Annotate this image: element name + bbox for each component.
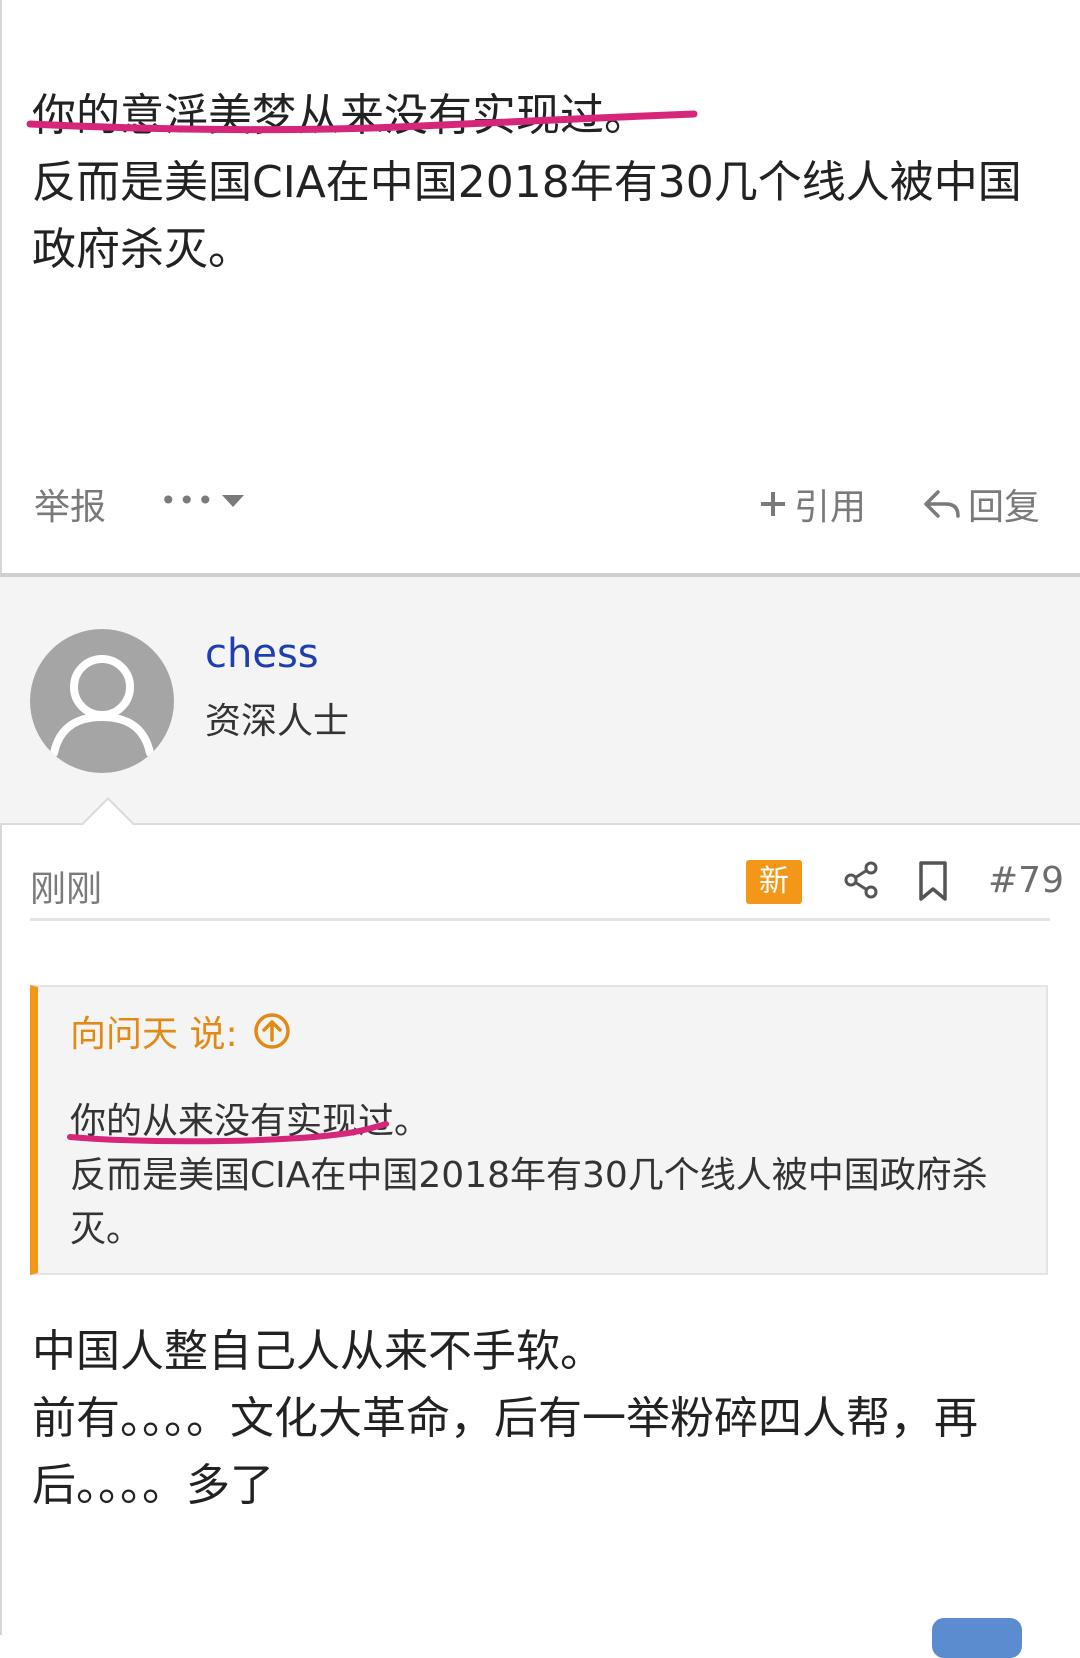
share-icon[interactable] [842,860,882,900]
quote-line-2: 反而是美国CIA在中国2018年有30几个线人被中国政府杀灭。 [70,1155,988,1250]
reply-icon [924,490,960,518]
reply-line-1: 中国人整自己人从来不手软。 [32,1326,604,1377]
user-header: chess 资深人士 [0,577,1080,825]
quote-button[interactable]: 引用 [758,478,866,530]
quote-body: 你的从来没有实现过。 反而是美国CIA在中国2018年有30几个线人被中国政府杀… [70,1095,1030,1257]
post-number[interactable]: #79 [988,860,1064,901]
reply-line-2: 前有。。。。文化大革命，后有一举粉碎四人帮，再后。。。。多了 [32,1393,978,1511]
avatar[interactable] [30,629,174,773]
reply-body: 中国人整自己人从来不手软。 前有。。。。文化大革命，后有一举粉碎四人帮，再后。。… [32,1318,1042,1519]
more-icon: ••• [160,484,216,517]
quote-line-1: 你的从来没有实现过。 [70,1101,431,1142]
bookmark-icon[interactable] [916,860,950,902]
reply-button[interactable]: 回复 [922,478,1040,530]
quote-block: 向问天 说: 你的从来没有实现过。 反而是美国CIA在中国2018年有30几个线… [30,985,1048,1275]
post-body-line-2: 反而是美国CIA在中国2018年有30几个线人被中国政府杀灭。 [32,157,1022,275]
user-title: 资深人士 [205,701,350,742]
post-actions: 举报 ••• 引用 回复 [0,470,1080,540]
new-badge: 新 [746,860,802,904]
chevron-down-icon [221,494,244,507]
arrow-up-circle-icon[interactable] [252,1011,292,1051]
more-options-button[interactable]: ••• [160,484,246,517]
default-user-icon [50,655,154,757]
post-body: 你的意淫美梦从来没有实现过。 反而是美国CIA在中国2018年有30几个线人被中… [32,82,1042,283]
report-button[interactable]: 举报 [34,478,106,530]
post-meta: 刚刚 新 #79 [30,850,1064,921]
post-body-line-1: 你的意淫美梦从来没有实现过。 [32,90,648,141]
post-time[interactable]: 刚刚 [30,860,102,912]
floating-action-button[interactable] [932,1618,1022,1658]
plus-icon [761,492,785,516]
username-link[interactable]: chess [205,631,319,677]
quote-author[interactable]: 向问天 说: [70,1005,292,1057]
header-pointer-fill [82,800,134,826]
